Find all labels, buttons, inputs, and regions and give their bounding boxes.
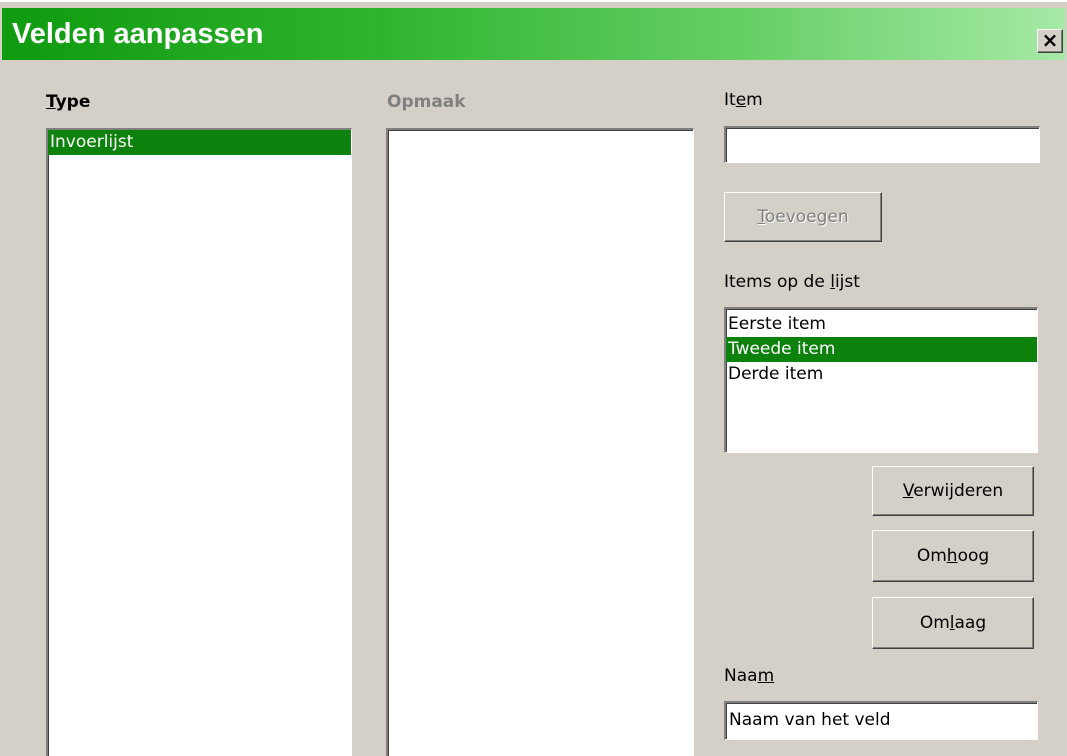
name-input-value: Naam van het veld bbox=[729, 710, 891, 730]
items-list-label: Items op de lijst bbox=[724, 272, 860, 292]
name-input[interactable]: Naam van het veld bbox=[724, 701, 1038, 740]
items-list-label-part1: Items op de bbox=[724, 272, 831, 292]
type-label-mnemonic: T bbox=[46, 92, 56, 112]
add-button[interactable]: Toevoegen bbox=[724, 192, 882, 242]
type-list-item-1[interactable]: Invoerlijst bbox=[48, 130, 351, 155]
format-listbox[interactable] bbox=[386, 128, 694, 756]
type-label: Type bbox=[46, 92, 90, 112]
close-icon: × bbox=[1041, 28, 1059, 52]
add-button-rest: oevoegen bbox=[764, 207, 849, 227]
window-title: Velden aanpassen bbox=[12, 18, 264, 50]
move-up-button-mnemonic: h bbox=[946, 546, 958, 566]
items-list-item-1[interactable]: Eerste item bbox=[726, 312, 1037, 337]
move-down-button[interactable]: Omlaag bbox=[872, 597, 1034, 649]
type-label-rest: ype bbox=[55, 92, 91, 112]
item-label-mnemonic: e bbox=[735, 90, 747, 110]
items-listbox[interactable]: Eerste item Tweede item Derde item bbox=[724, 307, 1038, 453]
format-label: Opmaak bbox=[387, 92, 466, 112]
name-label-part1: Naa bbox=[724, 666, 758, 686]
move-up-button-part1: Om bbox=[916, 546, 947, 566]
add-button-mnemonic: T bbox=[757, 207, 765, 227]
dialog-window: Velden aanpassen × Type Invoerlijst Opma… bbox=[0, 0, 1067, 756]
items-list-item-3[interactable]: Derde item bbox=[726, 362, 1037, 387]
remove-button-rest: erwijderen bbox=[913, 481, 1004, 501]
item-label-part2: m bbox=[746, 90, 763, 110]
items-list-label-part2: ijst bbox=[834, 272, 860, 292]
move-up-button-part2: oog bbox=[957, 546, 990, 566]
remove-button[interactable]: Verwijderen bbox=[872, 466, 1034, 516]
item-input[interactable] bbox=[724, 126, 1040, 163]
title-bar[interactable]: Velden aanpassen × bbox=[2, 8, 1065, 60]
move-down-button-part2: aag bbox=[954, 613, 987, 633]
items-list-item-2[interactable]: Tweede item bbox=[726, 337, 1037, 362]
item-label: Item bbox=[724, 90, 763, 110]
remove-button-mnemonic: V bbox=[902, 481, 914, 501]
move-down-button-part1: Om bbox=[919, 613, 950, 633]
move-up-button[interactable]: Omhoog bbox=[872, 530, 1034, 582]
item-label-part1: It bbox=[724, 90, 736, 110]
close-button[interactable]: × bbox=[1037, 29, 1063, 53]
type-listbox[interactable]: Invoerlijst bbox=[46, 128, 352, 756]
name-label-mnemonic: m bbox=[757, 666, 775, 686]
name-label: Naam bbox=[724, 666, 774, 686]
